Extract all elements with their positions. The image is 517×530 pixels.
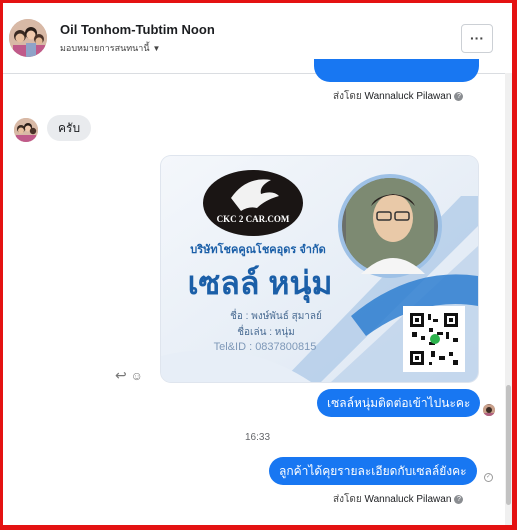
sent-by-label: ส่งโดย Wannaluck Pilawan? [333, 89, 464, 104]
contact-name[interactable]: Oil Tonhom-Tubtim Noon [60, 22, 215, 37]
card-logo-text: CKC 2 CAR.COM [216, 214, 290, 224]
info-icon[interactable]: ? [454, 91, 464, 101]
card-headline: เซลล์ หนุ่ม [187, 265, 333, 301]
sender-avatar[interactable] [14, 118, 38, 142]
more-options-button[interactable]: ··· [461, 24, 493, 53]
sent-by-name: Wannaluck Pilawan [364, 494, 452, 505]
card-nickname-line: ชื่อเล่น : หนุ่ม [237, 327, 295, 338]
message-actions: ↩ ☺ [115, 367, 143, 384]
sent-status-icon: ✓ [484, 473, 493, 482]
info-icon[interactable]: ? [454, 494, 464, 504]
outgoing-message-bubble[interactable]: ลูกค้าได้คุยรายละเอียดกับเซลล์ยังคะ [269, 457, 477, 485]
card-company-name: บริษัทโชคคูณโชคอุดร จำกัด [190, 244, 326, 256]
message-scrollbar[interactable] [505, 73, 512, 525]
sent-by-label: ส่งโดย Wannaluck Pilawan? [333, 492, 464, 507]
sent-by-prefix: ส่งโดย [333, 91, 362, 102]
emoji-react-icon[interactable]: ☺ [131, 369, 143, 383]
sent-by-name: Wannaluck Pilawan [364, 91, 452, 102]
messenger-window: Oil Tonhom-Tubtim Noon มอบหมายการสนทนานี… [3, 3, 512, 525]
card-tel-line: Tel&ID : 0837800815 [213, 341, 317, 353]
outgoing-message-bubble-partial[interactable] [314, 59, 479, 82]
message-timestamp: 16:33 [244, 432, 271, 443]
contact-avatar[interactable] [9, 19, 47, 57]
caret-down-icon: ▼ [152, 44, 161, 53]
sent-by-prefix: ส่งโดย [333, 494, 362, 505]
outgoing-message-bubble[interactable]: เซลล์หนุ่มติดต่อเข้าไปนะคะ [317, 389, 481, 417]
incoming-message-bubble[interactable]: ครับ [47, 115, 92, 141]
card-name-line: ชื่อ : พงษ์พันธ์ สุมาลย์ [230, 311, 322, 322]
assign-conversation-dropdown[interactable]: มอบหมายการสนทนานี้ ▼ [60, 41, 160, 55]
assign-conversation-label: มอบหมายการสนทนานี้ [60, 43, 150, 53]
business-card-image[interactable]: CKC 2 CAR.COM บริษัทโชคคูณโชคอุดร จำกัด … [161, 156, 478, 382]
seen-avatar [483, 404, 495, 416]
reply-icon[interactable]: ↩ [115, 367, 127, 383]
scrollbar-thumb[interactable] [506, 385, 511, 505]
